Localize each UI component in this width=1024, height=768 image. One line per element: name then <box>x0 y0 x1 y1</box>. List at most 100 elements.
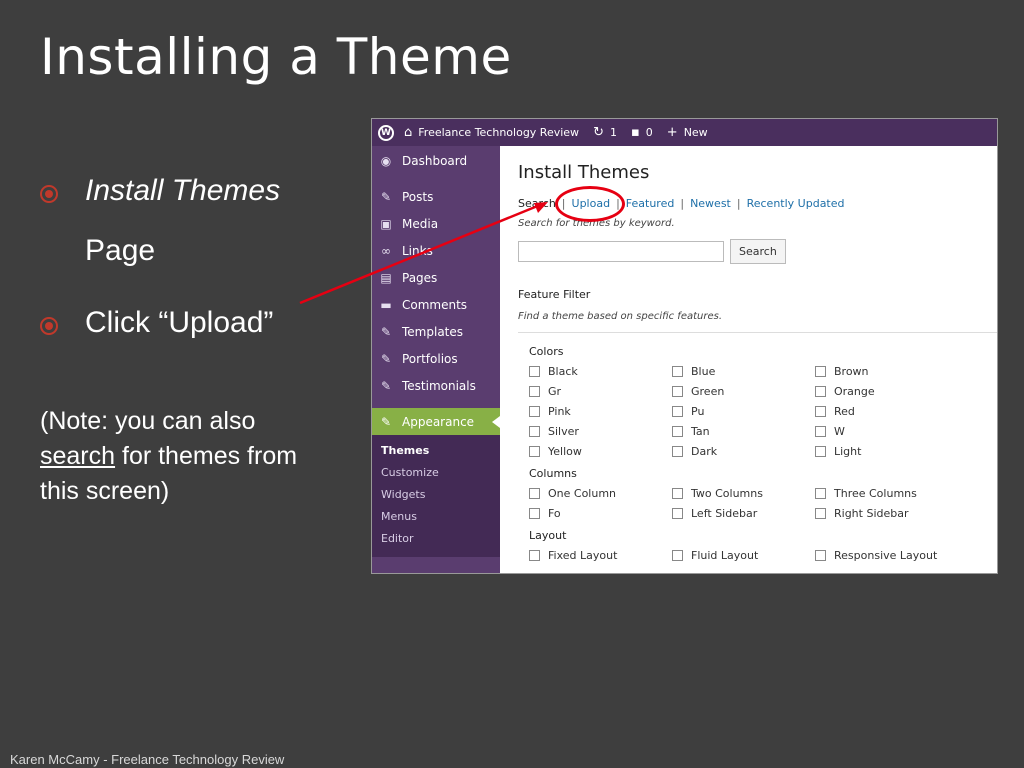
bullet-italic-text: Install Themes <box>85 174 281 207</box>
submenu-item-customize[interactable]: Customize <box>372 461 500 483</box>
filter-option-label: Pu <box>691 404 705 418</box>
menu-item-templates[interactable]: ✎ Templates <box>372 318 500 345</box>
filter-group-title: Features <box>529 571 997 573</box>
tab-featured[interactable]: Featured <box>626 197 675 210</box>
checkbox[interactable] <box>672 445 683 457</box>
menu-item-comments[interactable]: ▬ Comments <box>372 291 500 318</box>
checkbox[interactable] <box>529 507 540 519</box>
checkbox[interactable] <box>815 487 826 499</box>
filter-option[interactable]: Red <box>815 401 958 421</box>
note-text: (Note: you can also search for themes fr… <box>40 404 320 509</box>
menu-item-pages[interactable]: ▤ Pages <box>372 264 500 291</box>
filter-option-label: Red <box>834 404 855 418</box>
submenu-item-widgets[interactable]: Widgets <box>372 483 500 505</box>
theme-search-input[interactable] <box>518 241 724 262</box>
filter-option[interactable]: Left Sidebar <box>672 503 815 523</box>
checkbox[interactable] <box>815 405 826 417</box>
menu-item-appearance[interactable]: ✎ Appearance <box>372 408 500 435</box>
tab-recently-updated[interactable]: Recently Updated <box>747 197 845 210</box>
filter-option[interactable]: Tan <box>672 421 815 441</box>
wordpress-screenshot: W ⌂ Freelance Technology Review ↻ 1 ▪ 0 + Ne… <box>371 118 998 574</box>
search-button[interactable]: Search <box>730 239 786 264</box>
filter-option[interactable]: One Column <box>529 483 672 503</box>
filter-option[interactable]: Silver <box>529 421 672 441</box>
checkbox[interactable] <box>672 507 683 519</box>
checkbox[interactable] <box>529 365 540 377</box>
bullet-install-themes: Install Themes Page <box>40 174 325 281</box>
page-title: Install Themes <box>518 162 650 183</box>
filter-option[interactable]: Dark <box>672 441 815 461</box>
checkbox[interactable] <box>529 445 540 457</box>
checkbox[interactable] <box>672 487 683 499</box>
checkbox[interactable] <box>672 405 683 417</box>
admin-bar-new[interactable]: + New <box>667 125 708 140</box>
pages-icon: ▤ <box>380 270 392 285</box>
filter-option[interactable]: Three Columns <box>815 483 958 503</box>
bullet-text: Install Themes Page <box>85 161 325 281</box>
checkbox[interactable] <box>529 487 540 499</box>
filter-option[interactable]: Brown <box>815 361 958 381</box>
submenu-item-menus[interactable]: Menus <box>372 505 500 527</box>
checkbox[interactable] <box>815 549 826 561</box>
filter-option-label: Tan <box>691 424 710 438</box>
bullet-icon <box>40 317 58 335</box>
checkbox[interactable] <box>815 365 826 377</box>
checkbox[interactable] <box>529 405 540 417</box>
filter-option[interactable]: Yellow <box>529 441 672 461</box>
tab-separator: | <box>680 197 685 210</box>
media-icon: ▣ <box>380 216 392 231</box>
admin-bar-updates[interactable]: ↻ 1 <box>593 125 617 140</box>
filter-option[interactable]: W <box>815 421 958 441</box>
submenu-item-editor[interactable]: Editor <box>372 527 500 549</box>
filter-option-label: Gr <box>548 384 562 398</box>
checkbox[interactable] <box>815 385 826 397</box>
filter-option[interactable]: Responsive Layout <box>815 545 958 565</box>
filter-option[interactable]: Pu <box>672 401 815 421</box>
bullet-text: Click “Upload” <box>85 306 274 339</box>
checkbox[interactable] <box>815 507 826 519</box>
checkbox[interactable] <box>815 425 826 437</box>
menu-item-media[interactable]: ▣ Media <box>372 210 500 237</box>
checkbox[interactable] <box>672 425 683 437</box>
admin-bar-site[interactable]: ⌂ Freelance Technology Review <box>404 125 579 140</box>
submenu-item-themes[interactable]: Themes <box>372 439 500 461</box>
menu-label: Portfolios <box>402 351 458 366</box>
pin-icon: ✎ <box>380 324 392 339</box>
filter-option[interactable]: Fixed Layout <box>529 545 672 565</box>
tab-search[interactable]: Search <box>518 197 556 210</box>
filter-option[interactable]: Blue <box>672 361 815 381</box>
filter-option[interactable]: Gr <box>529 381 672 401</box>
filter-option[interactable]: Green <box>672 381 815 401</box>
checkbox[interactable] <box>529 385 540 397</box>
checkbox[interactable] <box>529 425 540 437</box>
checkbox[interactable] <box>672 365 683 377</box>
filter-option[interactable]: Fo <box>529 503 672 523</box>
filter-option[interactable]: Black <box>529 361 672 381</box>
checkbox[interactable] <box>672 549 683 561</box>
filter-option-label: Right Sidebar <box>834 506 909 520</box>
checkbox[interactable] <box>672 385 683 397</box>
site-name: Freelance Technology Review <box>418 126 580 139</box>
menu-item-posts[interactable]: ✎ Posts <box>372 183 500 210</box>
feature-filter-hint: Find a theme based on specific features. <box>518 311 723 322</box>
filter-option[interactable]: Light <box>815 441 958 461</box>
appearance-submenu: Themes Customize Widgets Menus Editor <box>372 435 500 557</box>
menu-item-links[interactable]: ∞ Links <box>372 237 500 264</box>
filter-option[interactable]: Two Columns <box>672 483 815 503</box>
menu-item-testimonials[interactable]: ✎ Testimonials <box>372 372 500 399</box>
tab-newest[interactable]: Newest <box>690 197 731 210</box>
checkbox[interactable] <box>815 445 826 457</box>
note-search-link[interactable]: search <box>40 442 115 470</box>
menu-item-portfolios[interactable]: ✎ Portfolios <box>372 345 500 372</box>
plus-icon: + <box>666 125 678 140</box>
menu-item-dashboard[interactable]: ◉ Dashboard <box>372 147 500 174</box>
admin-bar-comments[interactable]: ▪ 0 <box>631 125 653 140</box>
filter-option[interactable]: Fluid Layout <box>672 545 815 565</box>
checkbox[interactable] <box>529 549 540 561</box>
new-label: New <box>683 126 708 139</box>
filter-option[interactable]: Pink <box>529 401 672 421</box>
wordpress-icon[interactable]: W <box>378 124 394 141</box>
filter-option-label: Brown <box>834 364 869 378</box>
filter-option[interactable]: Orange <box>815 381 958 401</box>
filter-option[interactable]: Right Sidebar <box>815 503 958 523</box>
